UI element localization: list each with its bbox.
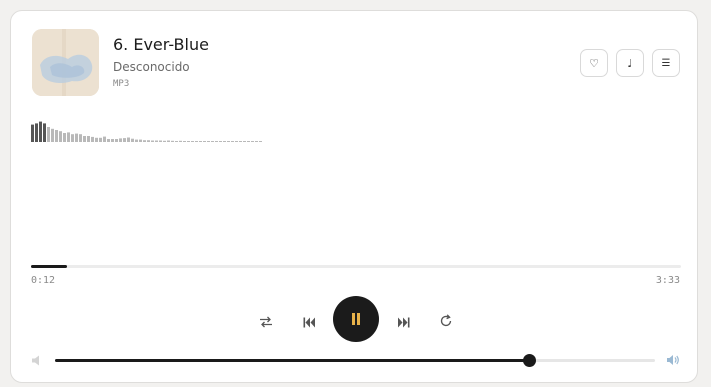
playlist-button[interactable]: ☰ [652,49,680,77]
track-format: MP3 [113,79,130,89]
waveform-bar [239,141,242,142]
waveform-bar [87,136,90,142]
heart-icon: ♡ [589,56,599,70]
next-button[interactable] [392,311,414,333]
waveform-bar [251,141,254,142]
volume-handle[interactable] [523,354,536,367]
repeat-icon [440,314,452,327]
waveform-bar [119,138,122,142]
waveform-bar [107,139,110,142]
waveform-bar [179,140,182,142]
album-art-image [32,29,99,96]
waveform-bar [67,132,70,142]
mute-button[interactable] [30,353,44,367]
waveform-bar [199,141,202,142]
waveform-bar [115,139,118,142]
waveform-bar [227,141,230,142]
waveform-bar [39,121,42,142]
waveform-bar [191,141,194,142]
volume-fill [55,359,529,362]
waveform-bar [175,141,178,142]
waveform-bar [155,140,158,142]
waveform-bar [79,134,82,142]
waveform-bar [147,140,150,142]
play-pause-button[interactable] [333,296,379,342]
track-title: 6. Ever-Blue [113,35,209,54]
waveform-bar [51,128,54,142]
max-volume-button[interactable] [665,353,681,367]
waveform-bar [131,138,134,142]
shuffle-button[interactable] [255,311,277,333]
waveform-bar [219,141,222,142]
pause-icon [352,313,360,325]
waveform-bar [203,141,206,142]
waveform-bar [135,139,138,142]
waveform-bar [223,141,226,142]
waveform-bar [91,136,94,142]
waveform-bar [231,141,234,142]
previous-button[interactable] [298,311,320,333]
waveform-bar [31,124,34,142]
speaker-low-icon [32,355,39,365]
waveform-bar [243,141,246,142]
waveform-bar [215,141,218,142]
waveform-bar [259,141,262,142]
speaker-high-icon [667,355,679,365]
waveform-bar [59,131,62,142]
waveform-bar [63,133,66,142]
waveform-bar [75,133,78,142]
waveform-bar [167,140,170,142]
waveform-bar [211,141,214,142]
like-button[interactable]: ♡ [580,49,608,77]
waveform-bar [71,134,74,142]
waveform-bar [99,137,102,142]
total-time: 3:33 [655,275,680,286]
next-track-icon [397,317,409,327]
music-note-icon: ♩ [627,56,633,70]
music-player-card: 6. Ever-Blue Desconocido MP3 ♡ ♩ ☰ 0:12 … [10,10,698,383]
repeat-button[interactable] [435,310,457,332]
waveform-bar [123,138,126,142]
waveform-bar [171,140,174,142]
list-icon: ☰ [661,57,671,69]
waveform-bar [143,140,146,142]
waveform-bar [247,141,250,142]
waveform-bar [103,136,106,142]
waveform-bar [163,140,166,142]
waveform-bar [151,140,154,142]
waveform[interactable] [31,109,691,144]
previous-track-icon [303,317,315,327]
shuffle-icon [260,316,272,328]
waveform-bar [235,141,238,142]
progress-bar[interactable] [31,265,681,268]
waveform-bar [83,136,86,142]
track-artist: Desconocido [113,60,190,74]
waveform-bar [207,141,210,142]
waveform-bar [55,130,58,142]
waveform-bar [111,139,114,142]
lyrics-button[interactable]: ♩ [616,49,644,77]
waveform-bar [35,123,38,142]
waveform-bar [187,141,190,142]
waveform-bar [43,123,46,142]
album-art [32,29,99,96]
waveform-bar [159,140,162,142]
waveform-bar [47,127,50,142]
waveform-bar [139,139,142,142]
waveform-bar [255,141,258,142]
waveform-bar [183,141,186,142]
current-time: 0:12 [31,275,56,286]
waveform-bar [195,141,198,142]
volume-slider[interactable] [55,354,655,367]
progress-fill [31,265,68,268]
waveform-bar [95,137,98,142]
waveform-bar [127,137,130,142]
